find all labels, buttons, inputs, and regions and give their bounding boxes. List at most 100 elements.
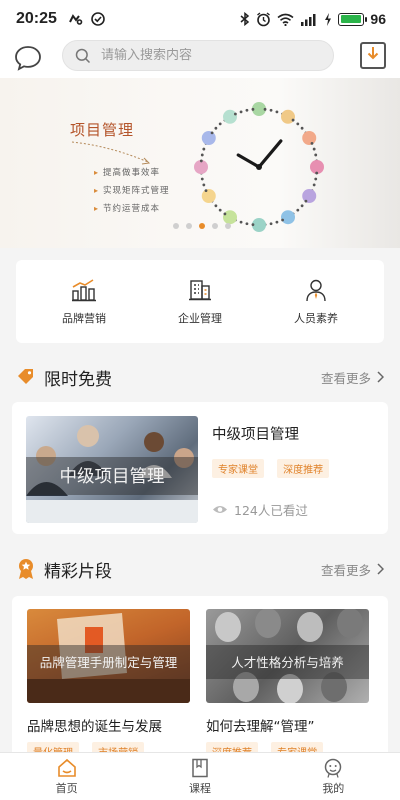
carousel-dot[interactable] xyxy=(212,223,218,229)
bottom-tab-bar: 首页 课程 我的 xyxy=(0,752,400,800)
tab-profile[interactable]: 我的 xyxy=(267,753,400,800)
link-icon xyxy=(69,14,83,25)
clock-minute-dot xyxy=(202,183,206,187)
banner-bullet: 节约运营成本 xyxy=(103,200,170,218)
see-more-label: 查看更多 xyxy=(320,562,371,578)
section-title: 限时免费 xyxy=(44,369,112,390)
clock-minute-dot xyxy=(300,126,304,130)
free-course-card[interactable]: 中级项目管理 中级项目管理 专家课堂 深度推荐 124人已看过 xyxy=(12,402,388,534)
banner-bullet: 提高做事效率 xyxy=(103,164,170,182)
battery-percent: 96 xyxy=(370,11,386,27)
bluetooth-icon xyxy=(240,12,250,26)
clock-hour-ball xyxy=(201,189,216,203)
chat-bubble-icon[interactable] xyxy=(13,43,43,73)
download-icon xyxy=(364,44,382,60)
view-count: 124人已看过 xyxy=(212,500,308,519)
category-item-enterprise[interactable]: 企业管理 xyxy=(155,278,245,326)
clock-minute-dot xyxy=(310,142,314,145)
download-button[interactable] xyxy=(360,42,386,69)
clock-hour-ball xyxy=(302,189,317,203)
tab-courses[interactable]: 课程 xyxy=(133,753,266,800)
clock-minute-dot xyxy=(234,112,237,116)
clock-minute-dot xyxy=(269,222,273,226)
highlights-card: 品牌管理手册制定与管理 品牌思想的诞生与发展 量化管理 市场营销 人才性格分析与… xyxy=(12,596,388,761)
carousel-indicators[interactable] xyxy=(173,223,231,229)
chevron-right-icon xyxy=(377,371,384,383)
category-label: 人员素养 xyxy=(294,311,338,325)
clock-minute-dot xyxy=(291,118,295,122)
search-bar[interactable] xyxy=(62,40,334,71)
clock-minute-dot xyxy=(296,122,300,126)
see-more-label: 查看更多 xyxy=(320,370,371,386)
carousel-dot[interactable] xyxy=(186,223,192,229)
clock-hour-ball xyxy=(302,131,317,145)
clock-minute-dot xyxy=(281,218,284,222)
tab-label: 首页 xyxy=(55,781,78,795)
clock-minute-dot xyxy=(296,208,300,212)
carousel-dot[interactable] xyxy=(225,223,231,229)
thumbnail-caption: 品牌管理手册制定与管理 xyxy=(39,655,178,671)
category-item-branding[interactable]: 品牌营销 xyxy=(39,278,129,326)
clock-hub xyxy=(256,164,262,170)
book-icon xyxy=(192,758,208,777)
clock-minute-dot xyxy=(199,159,203,163)
highlight-thumbnail: 品牌管理手册制定与管理 xyxy=(27,609,190,703)
view-count-text: 124人已看过 xyxy=(234,503,308,518)
medal-icon xyxy=(19,559,33,579)
thumbnail-caption-band: 中级项目管理 xyxy=(26,456,198,496)
tab-home[interactable]: 首页 xyxy=(0,753,133,800)
carousel-dot[interactable] xyxy=(199,223,205,229)
clock-hour-ball xyxy=(281,109,295,124)
clock-minute-dot xyxy=(315,171,319,175)
see-more-link[interactable]: 查看更多 xyxy=(321,560,384,579)
thumbnail-caption-band: 品牌管理手册制定与管理 xyxy=(27,644,190,679)
top-header xyxy=(0,38,400,78)
category-item-personnel[interactable]: 人员素养 xyxy=(271,278,361,326)
thumbnail-caption-band: 人才性格分析与培养 xyxy=(206,644,369,679)
eye-icon xyxy=(213,506,227,513)
clock-minute-dot xyxy=(202,147,206,151)
search-input[interactable] xyxy=(101,48,301,63)
category-card: 品牌营销 企业管理 人员素养 xyxy=(16,260,384,343)
clock-minute-dot xyxy=(275,220,279,224)
clock-minute-dot xyxy=(239,220,243,224)
building-icon xyxy=(189,279,211,300)
clock-illustration xyxy=(194,102,324,232)
clock-minute-dot xyxy=(223,212,227,216)
clock-hour-ball xyxy=(281,210,295,225)
highlight-title: 品牌思想的诞生与发展 xyxy=(27,719,162,735)
chevron-right-icon xyxy=(377,563,384,575)
carousel-dot[interactable] xyxy=(173,223,179,229)
tag-icon xyxy=(18,369,33,384)
clock-minute-dot xyxy=(269,108,273,112)
wifi-icon xyxy=(277,13,294,26)
clock-minute-dot xyxy=(300,204,304,208)
clock-minute-dot xyxy=(200,153,204,157)
status-bar: 20:25 96 xyxy=(0,0,400,38)
clock-minute-dot xyxy=(312,147,316,151)
see-more-link[interactable]: 查看更多 xyxy=(321,368,384,387)
promo-banner[interactable]: 项目管理 提高做事效率 实现矩阵式管理 节约运营成本 xyxy=(0,78,400,248)
clock-minute-dot xyxy=(251,107,255,111)
profile-icon xyxy=(325,758,342,778)
clock-minute-dot xyxy=(210,131,214,135)
banner-bullets: 提高做事效率 实现矩阵式管理 节约运营成本 xyxy=(103,164,170,218)
course-thumbnail: 中级项目管理 xyxy=(26,416,198,523)
highlight-title: 如何去理解“管理” xyxy=(206,719,315,735)
alarm-icon xyxy=(257,11,271,26)
clock-minute-dot xyxy=(214,204,218,208)
category-label: 企业管理 xyxy=(178,311,222,325)
battery-icon xyxy=(338,12,368,26)
course-tag: 专家课堂 xyxy=(212,459,264,478)
person-icon xyxy=(306,279,326,301)
category-label: 品牌营销 xyxy=(62,311,106,325)
tab-label: 我的 xyxy=(322,781,345,795)
bar-chart-icon xyxy=(72,278,96,301)
clock-minute-dot xyxy=(200,177,204,181)
course-tag: 深度推荐 xyxy=(277,459,330,478)
clock-minute-dot xyxy=(245,222,249,226)
tab-label: 课程 xyxy=(188,781,211,795)
clock-hour-ball xyxy=(201,131,216,145)
section-title: 精彩片段 xyxy=(44,561,112,582)
clock-minute-dot xyxy=(314,177,318,181)
